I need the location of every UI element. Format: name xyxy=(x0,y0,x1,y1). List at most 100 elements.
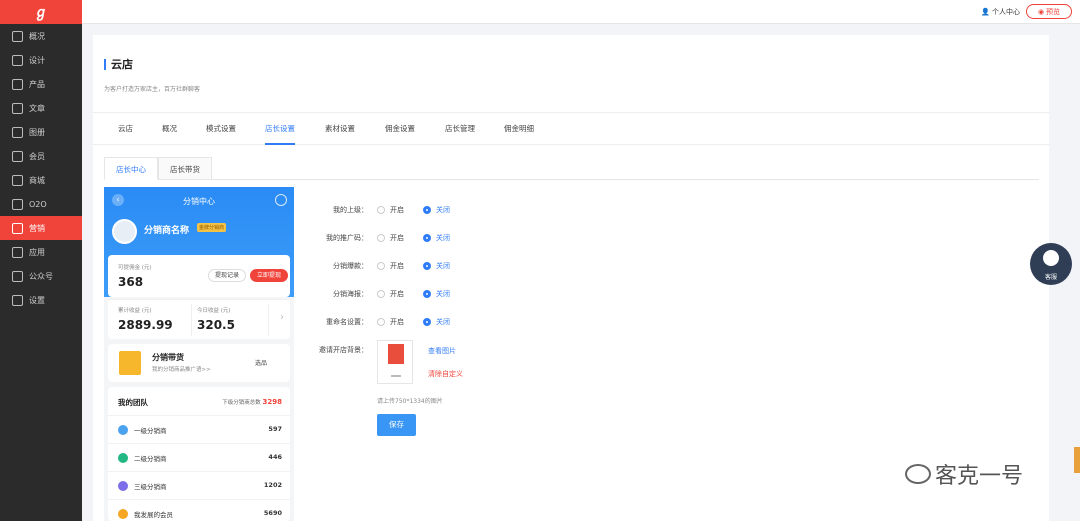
sidebar-item-11[interactable]: 设置 xyxy=(0,288,82,312)
radio-on[interactable] xyxy=(377,290,385,298)
withdrawable-label: 可提佣金 (元) xyxy=(118,265,152,271)
user-center-label: 个人中心 xyxy=(992,8,1020,16)
shop-icon xyxy=(119,351,141,375)
sidebar-item-6[interactable]: 商城 xyxy=(0,168,82,192)
tab-3[interactable]: 店长设置 xyxy=(265,113,295,145)
total-earnings-label: 累计收益 (元) xyxy=(118,308,152,314)
topbar: 👤 个人中心 ◉ 预览 xyxy=(82,0,1080,24)
tier-icon xyxy=(118,509,128,519)
grid-icon xyxy=(12,246,23,258)
sidebar-item-9[interactable]: 应用 xyxy=(0,240,82,264)
gold-badge: 金牌分销商 xyxy=(197,223,227,232)
tier-icon xyxy=(118,425,128,435)
radio-on[interactable] xyxy=(377,262,385,270)
preview-button[interactable]: ◉ 预览 xyxy=(1026,4,1072,19)
tab-5[interactable]: 佣金设置 xyxy=(385,113,415,145)
chevron-right-icon[interactable]: › xyxy=(280,312,284,323)
radio-on[interactable] xyxy=(377,318,385,326)
radio-on-label: 开启 xyxy=(390,206,404,214)
goods-subtitle: 我的分销商品推广语>> xyxy=(152,367,211,373)
clear-custom-link[interactable]: 清除自定义 xyxy=(428,369,463,379)
team-row-value: 597 xyxy=(268,425,282,433)
radio-on[interactable] xyxy=(377,234,385,242)
radio-off[interactable] xyxy=(423,262,431,270)
logo[interactable]: ℊ xyxy=(0,0,82,24)
scroll-handle[interactable] xyxy=(1074,447,1080,473)
sidebar-item-label: 会员 xyxy=(29,151,45,161)
sidebar-item-4[interactable]: 图册 xyxy=(0,120,82,144)
select-goods-button[interactable]: 选品 xyxy=(255,358,267,367)
today-earnings-label: 今日收益 (元) xyxy=(197,308,231,314)
radio-off[interactable] xyxy=(423,206,431,214)
user-center-link[interactable]: 👤 个人中心 xyxy=(981,7,1020,17)
tab-2[interactable]: 模式设置 xyxy=(206,113,236,145)
tab-7[interactable]: 佣金明细 xyxy=(504,113,534,145)
team-row[interactable]: 我发展的会员 5690 xyxy=(108,499,290,521)
withdraw-now-button[interactable]: 立即提现 xyxy=(250,269,288,282)
radio-off-label: 关闭 xyxy=(436,262,450,270)
team-total-label: 下级分销商总数 xyxy=(222,400,261,406)
eye-icon: ◉ xyxy=(1037,7,1045,16)
watermark-text: 客克一号 xyxy=(935,464,1024,489)
sidebar-item-0[interactable]: 概况 xyxy=(0,24,82,48)
divider xyxy=(391,375,401,377)
subtab-manager-goods[interactable]: 店长带货 xyxy=(158,157,212,180)
setting-row: 分销海报： 开启 关闭 xyxy=(313,287,713,301)
invite-bg-label: 邀请开店背景： xyxy=(319,346,368,354)
radio-on[interactable] xyxy=(377,206,385,214)
team-row[interactable]: 一级分销商 597 xyxy=(108,415,290,443)
upload-tip: 请上传750*1334的图片 xyxy=(377,398,443,405)
invite-bg-thumbnail[interactable] xyxy=(377,340,413,384)
withdrawable-value: 368 xyxy=(118,275,144,289)
sidebar-item-10[interactable]: 公众号 xyxy=(0,264,82,288)
view-image-link[interactable]: 查看图片 xyxy=(428,346,456,356)
radio-off[interactable] xyxy=(423,318,431,326)
sidebar-item-label: 设置 xyxy=(29,295,45,305)
user-icon xyxy=(12,150,23,162)
radio-on-label: 开启 xyxy=(390,318,404,326)
setting-label: 我的推广码： xyxy=(326,234,368,242)
circle-icon[interactable] xyxy=(275,194,287,206)
customer-service-button[interactable]: 客服 xyxy=(1030,243,1072,285)
radio-off[interactable] xyxy=(423,234,431,242)
sidebar-item-7[interactable]: O2O xyxy=(0,192,82,216)
sidebar-item-label: 产品 xyxy=(29,79,45,89)
team-row-label: 一级分销商 xyxy=(134,427,167,435)
divider xyxy=(268,304,269,336)
sidebar: ℊ 概况设计产品文章图册会员商城 O2O 营销应用 公众号设置 xyxy=(0,0,82,521)
sidebar-item-8[interactable]: 营销 xyxy=(0,216,82,240)
radio-off[interactable] xyxy=(423,290,431,298)
team-row-value: 446 xyxy=(268,453,282,461)
sidebar-item-2[interactable]: 产品 xyxy=(0,72,82,96)
divider xyxy=(191,304,192,336)
withdraw-card: 可提佣金 (元) 368 提现记录 立即提现 xyxy=(108,255,290,297)
sidebar-item-label: 营销 xyxy=(29,223,45,233)
total-earnings-value: 2889.99 xyxy=(118,318,173,332)
setting-row: 我的上级： 开启 关闭 xyxy=(313,203,713,217)
radio-on-label: 开启 xyxy=(390,290,404,298)
team-row[interactable]: 三级分销商 1202 xyxy=(108,471,290,499)
team-row-value: 5690 xyxy=(263,509,282,517)
tab-6[interactable]: 店长管理 xyxy=(445,113,475,145)
tab-1[interactable]: 概况 xyxy=(162,113,177,145)
sidebar-item-label: 图册 xyxy=(29,127,45,137)
withdraw-record-button[interactable]: 提现记录 xyxy=(208,269,246,282)
chart-icon xyxy=(12,30,23,42)
sidebar-item-label: 商城 xyxy=(29,175,45,185)
setting-row: 分销爆款： 开启 关闭 xyxy=(313,259,713,273)
sidebar-item-1[interactable]: 设计 xyxy=(0,48,82,72)
subtab-bar: 店长中心 店长带货 xyxy=(104,157,1039,180)
store-icon xyxy=(12,198,23,210)
avatar xyxy=(112,219,137,244)
sidebar-item-5[interactable]: 会员 xyxy=(0,144,82,168)
tab-0[interactable]: 云店 xyxy=(118,113,133,145)
tab-4[interactable]: 素材设置 xyxy=(325,113,355,145)
team-row-label: 二级分销商 xyxy=(134,455,167,463)
user-icon: 👤 xyxy=(981,8,990,16)
sidebar-item-label: 设计 xyxy=(29,55,45,65)
save-button[interactable]: 保存 xyxy=(377,414,416,436)
sidebar-item-3[interactable]: 文章 xyxy=(0,96,82,120)
subtab-manager-center[interactable]: 店长中心 xyxy=(104,157,158,180)
team-row[interactable]: 二级分销商 446 xyxy=(108,443,290,471)
goods-card[interactable]: 分销带货 我的分销商品推广语>> 选品 xyxy=(108,344,290,382)
